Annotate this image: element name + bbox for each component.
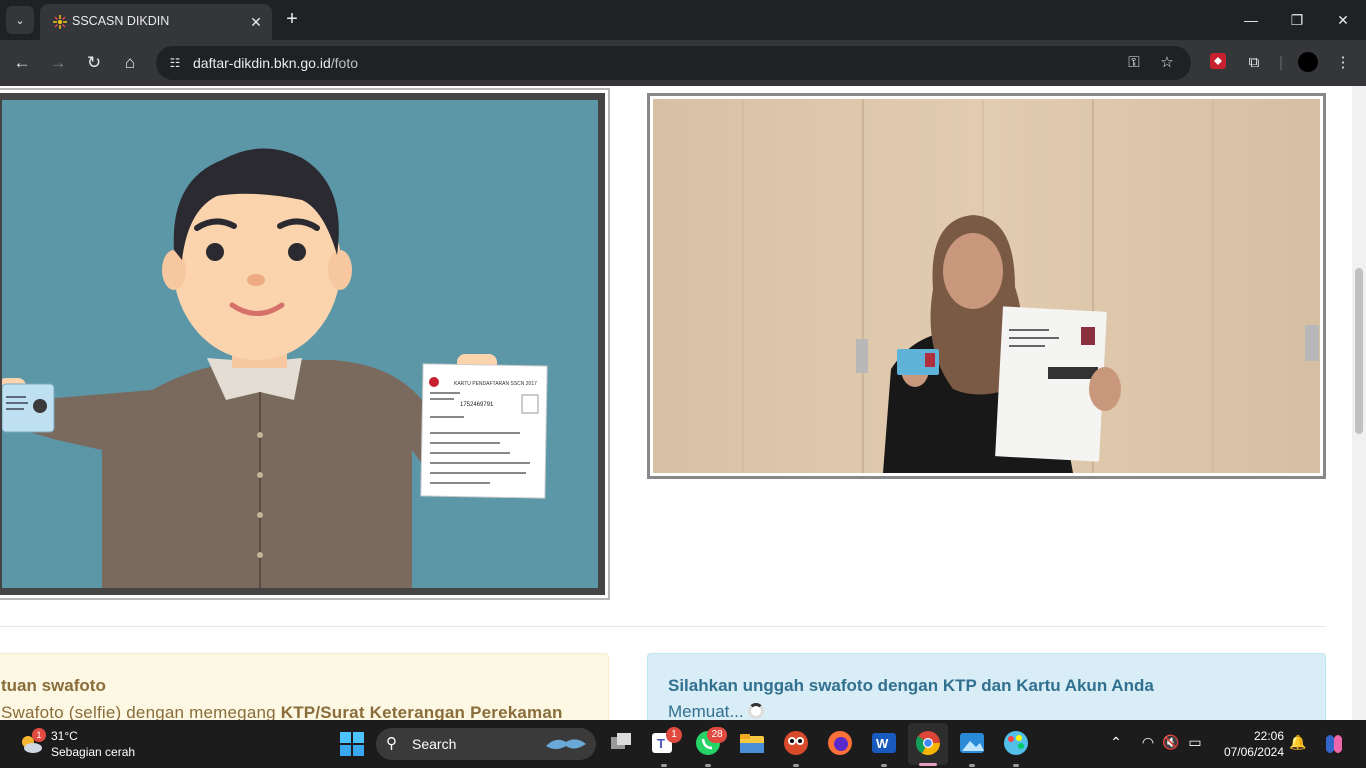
page-scrollbar[interactable]: [1352, 86, 1366, 720]
woman-holding-ktp-photo: [653, 99, 1320, 473]
paint-running-dot: [1013, 764, 1019, 767]
minimize-icon[interactable]: —: [1228, 0, 1274, 40]
selfie-rules-alert: tuan swafoto Swafoto (selfie) dengan mem…: [0, 653, 609, 720]
svg-text:W: W: [876, 736, 889, 751]
address-bar[interactable]: ☷ daftar-dikdin.bkn.go.id/foto ⚿ ☆: [156, 46, 1191, 80]
firefox-icon[interactable]: [826, 729, 854, 757]
new-tab-button[interactable]: +: [280, 8, 304, 32]
toolbar-separator: |: [1279, 54, 1283, 71]
tab-search-chevron-icon[interactable]: ⌄: [6, 6, 34, 34]
photos-running-dot: [969, 764, 975, 767]
word-running-dot: [881, 764, 887, 767]
forward-arrow-icon[interactable]: →: [44, 49, 72, 77]
weather-desc: Sebagian cerah: [51, 745, 136, 759]
chrome-icon[interactable]: [914, 729, 942, 757]
back-arrow-icon[interactable]: ←: [8, 49, 36, 77]
search-highlight-icon: [546, 739, 586, 749]
copilot-icon[interactable]: [1322, 732, 1346, 756]
illustration-card-number: 1752469791: [460, 402, 494, 408]
clock-date[interactable]: 07/06/2024: [1218, 745, 1284, 759]
wifi-icon[interactable]: ◠: [1138, 734, 1158, 751]
notification-bell-icon[interactable]: 🔔: [1288, 734, 1308, 751]
selfie-rules-title: tuan swafoto: [1, 676, 106, 695]
profile-avatar[interactable]: [1297, 52, 1319, 74]
weather-temp: 31°C: [51, 729, 78, 743]
example-illustration-frame: KARTU PENDAFTARAN SSCN 2017 1752469791: [0, 88, 610, 600]
selfie-rules-bold-text: KTP/Surat Keterangan Perekaman: [280, 703, 563, 720]
tab-strip: ⌄ SSCASN DIKDIN ✕ + — ❐ ✕: [0, 0, 1366, 40]
selfie-rules-body: Swafoto (selfie) dengan memegang KTP/Sur…: [1, 703, 563, 720]
svg-text:T: T: [657, 736, 665, 751]
favicon-icon: [53, 15, 67, 29]
loading-status: Memuat...: [668, 702, 764, 720]
loading-text: Memuat...: [668, 702, 744, 720]
browser-toolbar: ← → ↻ ⌂ ☷ daftar-dikdin.bkn.go.id/foto ⚿…: [0, 40, 1366, 86]
whatsapp-running-dot: [705, 764, 711, 767]
section-divider: [0, 626, 1326, 627]
scrollbar-thumb[interactable]: [1355, 268, 1363, 434]
reload-icon[interactable]: ↻: [80, 49, 108, 77]
tab-title: SSCASN DIKDIN: [72, 14, 170, 28]
cartoon-app-icon[interactable]: [782, 729, 810, 757]
selfie-rules-text: Swafoto (selfie) dengan memegang: [1, 703, 281, 720]
cartoon-running-dot: [793, 764, 799, 767]
page-content: KARTU PENDAFTARAN SSCN 2017 1752469791 t…: [0, 86, 1366, 720]
photos-icon[interactable]: [958, 729, 986, 757]
example-illustration: KARTU PENDAFTARAN SSCN 2017 1752469791: [0, 93, 605, 595]
task-view-icon[interactable]: [607, 729, 635, 757]
example-selfie-photo: [653, 99, 1320, 473]
home-icon[interactable]: ⌂: [116, 49, 144, 77]
close-tab-icon[interactable]: ✕: [246, 12, 266, 32]
windows-start-icon[interactable]: [340, 732, 364, 756]
example-photo-frame: [647, 93, 1326, 479]
teams-badge: 1: [666, 727, 682, 743]
extensions-puzzle-icon[interactable]: ⧉: [1243, 52, 1265, 74]
teams-running-dot: [661, 764, 667, 767]
extension-red-icon[interactable]: [1207, 52, 1229, 74]
volume-muted-icon[interactable]: 🔇: [1161, 734, 1181, 751]
whatsapp-badge: 28: [707, 727, 727, 743]
file-explorer-icon[interactable]: [738, 729, 766, 757]
weather-badge: 1: [32, 728, 46, 742]
man-holding-card-illustration: KARTU PENDAFTARAN SSCN 2017 1752469791: [2, 148, 548, 588]
taskbar-search[interactable]: ⚲ Search: [376, 728, 596, 760]
loading-spinner-icon: [747, 703, 764, 719]
chrome-active-indicator: [919, 763, 937, 766]
url-path: /foto: [330, 55, 359, 71]
paint-app-icon[interactable]: [1002, 729, 1030, 757]
url-text[interactable]: daftar-dikdin.bkn.go.id/foto: [193, 55, 358, 71]
search-icon: ⚲: [386, 735, 397, 752]
tab-active[interactable]: SSCASN DIKDIN ✕: [40, 4, 272, 40]
site-info-icon[interactable]: ☷: [164, 52, 186, 74]
bookmark-star-icon[interactable]: ☆: [1157, 53, 1177, 73]
clock-time[interactable]: 22:06: [1236, 729, 1284, 743]
battery-icon[interactable]: ▭: [1185, 734, 1205, 751]
windows-taskbar: 1 31°C Sebagian cerah ⚲ Search T 1 28 W: [0, 720, 1366, 768]
url-host: daftar-dikdin.bkn.go.id: [193, 55, 331, 71]
illustration-card-header: KARTU PENDAFTARAN SSCN 2017: [454, 381, 537, 387]
show-hidden-icons-chevron-icon[interactable]: ⌃: [1106, 734, 1126, 751]
upload-selfie-alert: Silahkan unggah swafoto dengan KTP dan K…: [647, 653, 1326, 720]
password-key-icon[interactable]: ⚿: [1124, 53, 1144, 73]
upload-selfie-title: Silahkan unggah swafoto dengan KTP dan K…: [668, 676, 1154, 695]
close-window-icon[interactable]: ✕: [1320, 0, 1366, 40]
restore-icon[interactable]: ❐: [1274, 0, 1320, 40]
word-icon[interactable]: W: [870, 729, 898, 757]
menu-kebab-icon[interactable]: ⋮: [1332, 52, 1354, 74]
search-label: Search: [412, 736, 457, 752]
